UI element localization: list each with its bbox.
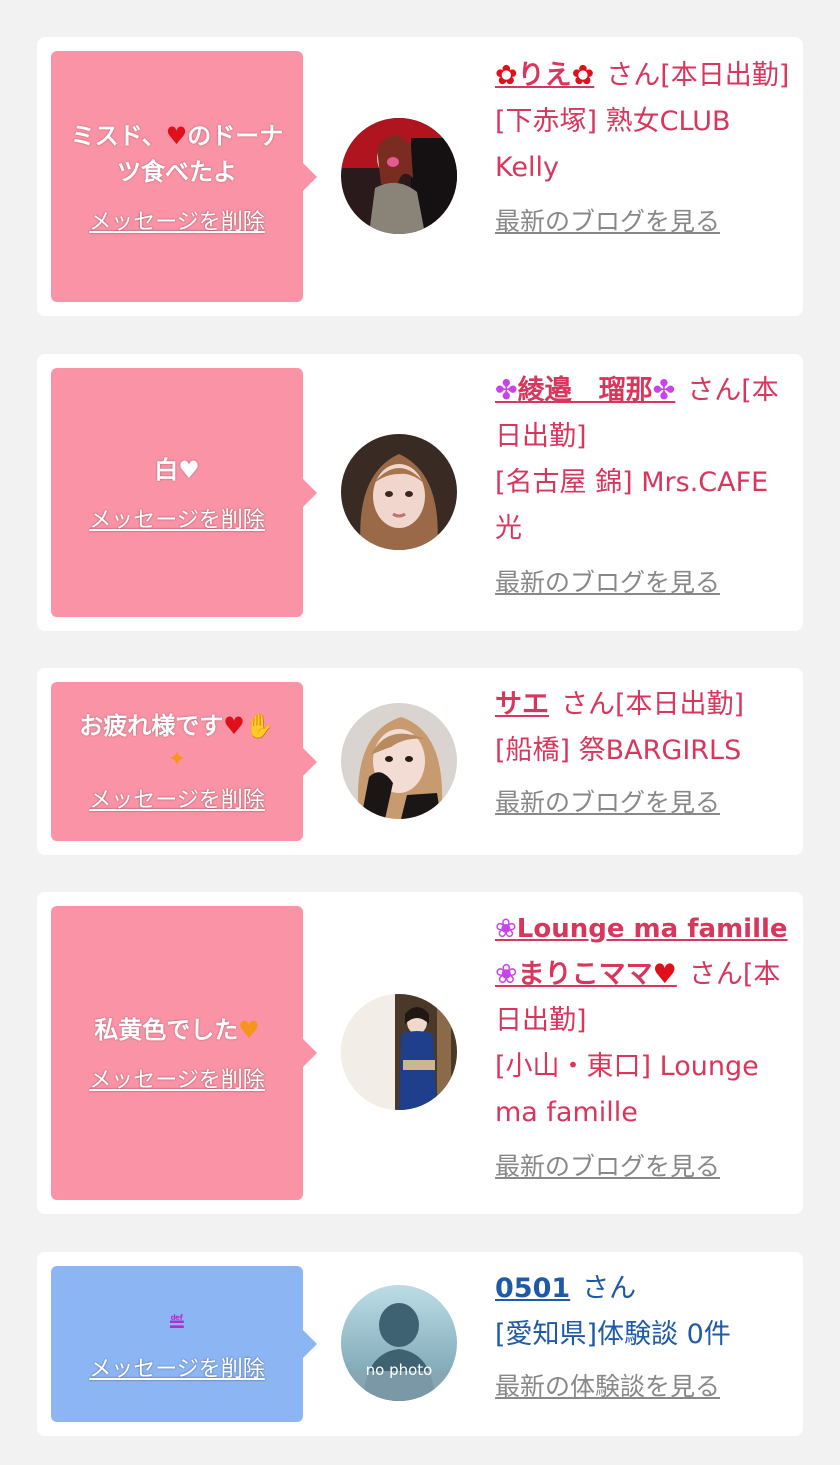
cast-name-link[interactable]: サエ [495,689,549,720]
cast-info: サエ さん[本日出勤] [船橋] 祭BARGIRLS 最新のブログを見る [495,682,791,820]
message-bubble: 白♥ メッセージを削除 [51,368,317,617]
avatar[interactable] [341,118,457,234]
message-bubble: ≝ メッセージを削除 [51,1266,317,1422]
flower-icon: ❀ [495,959,518,990]
message-bubble: お疲れ様です♥✋ ✦ メッセージを削除 [51,682,317,841]
cast-name-link[interactable]: ❀Lounge ma famille [495,914,788,944]
message-text: お疲れ様です♥✋ ✦ [79,711,275,772]
clover-icon: ✤ [495,375,518,406]
user-suffix: さん [582,1273,637,1304]
latest-review-link[interactable]: 最新の体験談を見る [495,1370,791,1404]
no-photo-label: no photo [365,1361,433,1379]
praying-hands-icon: ✋ [244,711,275,740]
avatar[interactable]: no photo [341,1285,457,1401]
message-text: 白♥ [154,455,200,484]
cast-name-link[interactable]: ✤綾邉 瑠那✤ [495,375,675,406]
latest-blog-link[interactable]: 最新のブログを見る [495,205,791,239]
delete-message-link[interactable]: メッセージを削除 [89,782,265,814]
message-text: 私黄色でした♥ [94,1016,260,1044]
latest-blog-link[interactable]: 最新のブログを見る [495,1150,795,1184]
cast-status: さん[本日出勤] [561,689,745,720]
white-heart-icon: ♥ [178,455,200,484]
avatar[interactable] [341,703,457,819]
message-card: 白♥ メッセージを削除 ✤綾邉 瑠那✤ さん[本日出勤] [名古屋 錦] Mrs.… [37,354,803,631]
avatar[interactable] [341,434,457,550]
delete-message-link[interactable]: メッセージを削除 [89,502,265,534]
red-heart-icon: ♥ [223,711,245,740]
message-card: ミスド、♥のドーナツ食べたよ メッセージを削除 ✿りえ✿ さん[本日出勤] [下赤… [37,37,803,316]
cast-info: ❀Lounge ma famille ❀まりこママ♥ さん[本日出勤] [小山・東… [495,906,795,1184]
red-heart-icon: ♥ [165,121,188,150]
delete-message-link[interactable]: メッセージを削除 [89,204,265,236]
rose-icon: ✿ [495,60,518,91]
latest-blog-link[interactable]: 最新のブログを見る [495,566,791,600]
avatar[interactable] [341,994,457,1110]
shop-link[interactable]: [名古屋 錦] Mrs.CAFE 光 [495,460,791,552]
message-card: ≝ メッセージを削除 no photo 0501 さん [愛知県]体験談 0件 最… [37,1252,803,1436]
message-card: 私黄色でした♥ メッセージを削除 ❀Lounge ma famille ❀まりこ… [37,892,803,1214]
delete-message-link[interactable]: メッセージを削除 [89,1062,265,1094]
cast-info: ✿りえ✿ さん[本日出勤] [下赤塚] 熟女CLUB Kelly 最新のブログを見… [495,53,791,239]
sparkle-icon: ✦ [167,746,187,772]
message-bubble: 私黄色でした♥ メッセージを削除 [51,906,317,1200]
message-text: ≝ [168,1305,186,1343]
red-heart-icon: ♥ [652,959,677,990]
shop-link[interactable]: [小山・東口] Lounge ma famille [495,1044,795,1136]
cast-name-link[interactable]: ✿りえ✿ [495,60,594,91]
message-card: お疲れ様です♥✋ ✦ メッセージを削除 サエ さん[本日出勤] [船橋] 祭BAR… [37,668,803,855]
review-count-link[interactable]: [愛知県]体験談 0件 [495,1312,791,1358]
flower-icon: ❀ [495,914,517,944]
cast-name-link[interactable]: ❀まりこママ♥ [495,959,677,990]
user-name-link[interactable]: 0501 [495,1273,570,1304]
message-bubble: ミスド、♥のドーナツ食べたよ メッセージを削除 [51,51,317,302]
cast-status: さん[本日出勤] [606,60,790,91]
latest-blog-link[interactable]: 最新のブログを見る [495,786,791,820]
message-text: ミスド、♥のドーナツ食べたよ [70,121,284,186]
clover-icon: ✤ [652,375,676,406]
shop-link[interactable]: [下赤塚] 熟女CLUB Kelly [495,99,791,191]
user-info: 0501 さん [愛知県]体験談 0件 最新の体験談を見る [495,1266,791,1404]
face-emoji-icon: ≝ [167,1312,187,1337]
orange-heart-icon: ♥ [238,1016,260,1044]
delete-message-link[interactable]: メッセージを削除 [89,1351,265,1383]
rose-icon: ✿ [571,60,595,91]
shop-link[interactable]: [船橋] 祭BARGIRLS [495,728,791,774]
cast-info: ✤綾邉 瑠那✤ さん[本日出勤] [名古屋 錦] Mrs.CAFE 光 最新のブロ… [495,368,791,600]
